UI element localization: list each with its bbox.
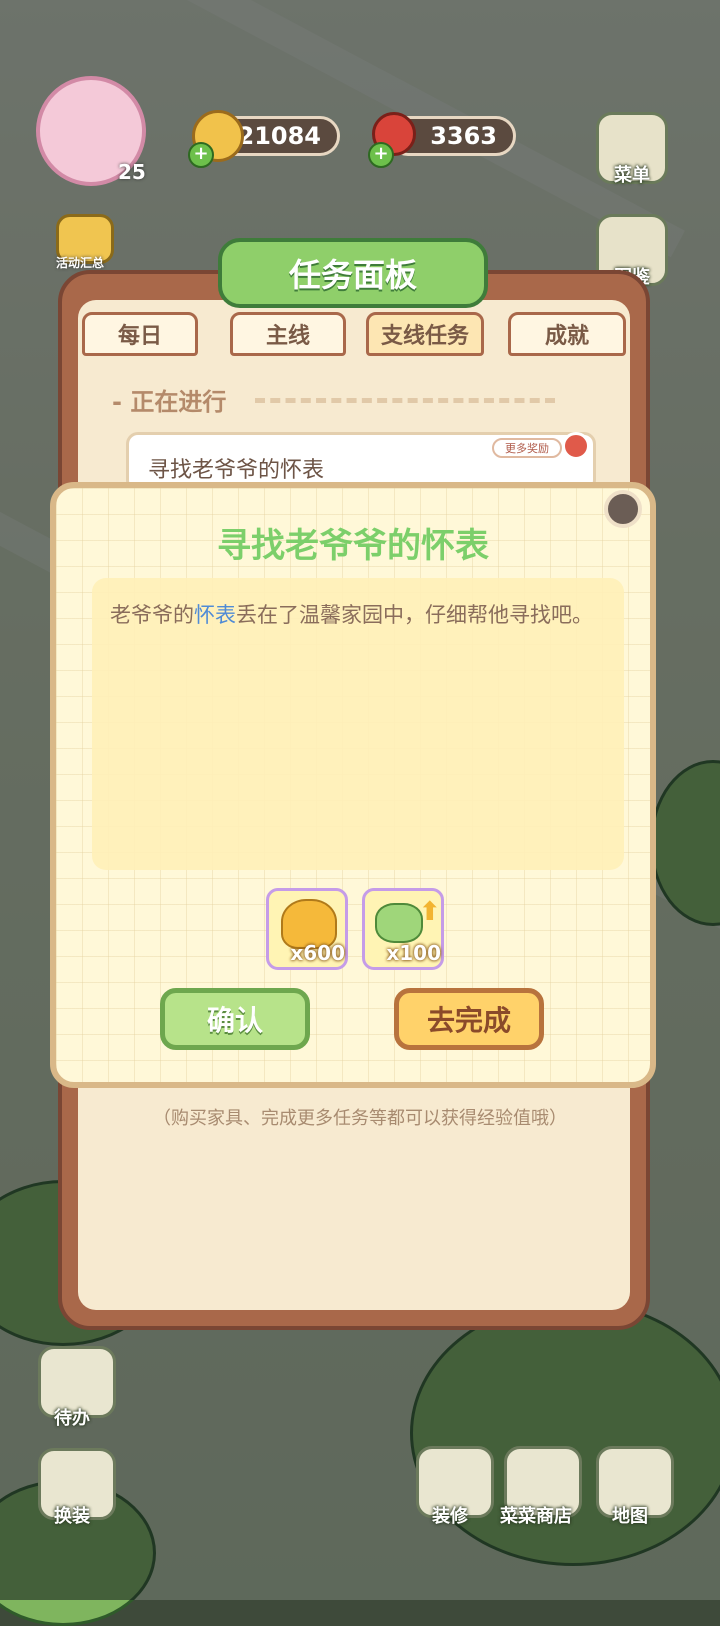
menu-button[interactable]: 菜单 (596, 112, 668, 186)
description-highlight: 怀表 (194, 603, 236, 627)
tab-achievements[interactable]: 成就 (508, 312, 626, 356)
more-rewards-badge[interactable]: 更多奖励 (492, 438, 562, 458)
decorate-label: 装修 (432, 1506, 468, 1527)
map-label: 地图 (612, 1506, 648, 1527)
add-coins-button[interactable]: + (188, 142, 214, 168)
coin-count: 21084 (237, 122, 322, 150)
reward-experience-count: x100 (386, 941, 441, 965)
reward-coins-count: x600 (290, 941, 345, 965)
events-label: 活动汇总 (56, 256, 105, 270)
tab-main-quest[interactable]: 主线 (230, 312, 346, 356)
dialog-title: 寻找老爷爷的怀表 (217, 526, 489, 566)
go-complete-button[interactable]: 去完成 (394, 988, 544, 1050)
add-reward-icon (562, 432, 590, 460)
confirm-button[interactable]: 确认 (160, 988, 310, 1050)
tab-daily[interactable]: 每日 (82, 312, 198, 356)
produce-count: 3363 (430, 122, 497, 150)
todo-label: 待办 (54, 1408, 90, 1429)
task-description: 老爷爷的怀表丢在了温馨家园中，仔细帮他寻找吧。 (110, 600, 610, 631)
section-divider (255, 398, 555, 403)
reward-coins[interactable]: x600 (266, 888, 348, 970)
arrow-up-icon: ⬆ (419, 897, 441, 927)
description-text-start: 老爷爷的 (110, 603, 194, 627)
task-panel-title: 任务面板 (218, 238, 488, 308)
reward-experience[interactable]: ⬆ x100 (362, 888, 444, 970)
tab-side-quest[interactable]: 支线任务 (366, 312, 484, 356)
dress-up-label: 换装 (54, 1506, 90, 1527)
player-level: 25 (118, 160, 146, 184)
shop-label: 菜菜商店 (500, 1506, 572, 1527)
menu-label: 菜单 (614, 165, 650, 186)
more-rewards-label: 更多奖励 (505, 442, 549, 455)
in-progress-heading: - 正在进行 (112, 388, 227, 416)
description-text-end: 丢在了温馨家园中，仔细帮他寻找吧。 (236, 603, 593, 627)
experience-icon (375, 903, 423, 943)
task-item-title: 寻找老爷爷的怀表 (148, 458, 325, 483)
add-produce-button[interactable]: + (368, 142, 394, 168)
task-panel-footnote: （购买家具、完成更多任务等都可以获得经验值哦） (153, 1108, 567, 1129)
